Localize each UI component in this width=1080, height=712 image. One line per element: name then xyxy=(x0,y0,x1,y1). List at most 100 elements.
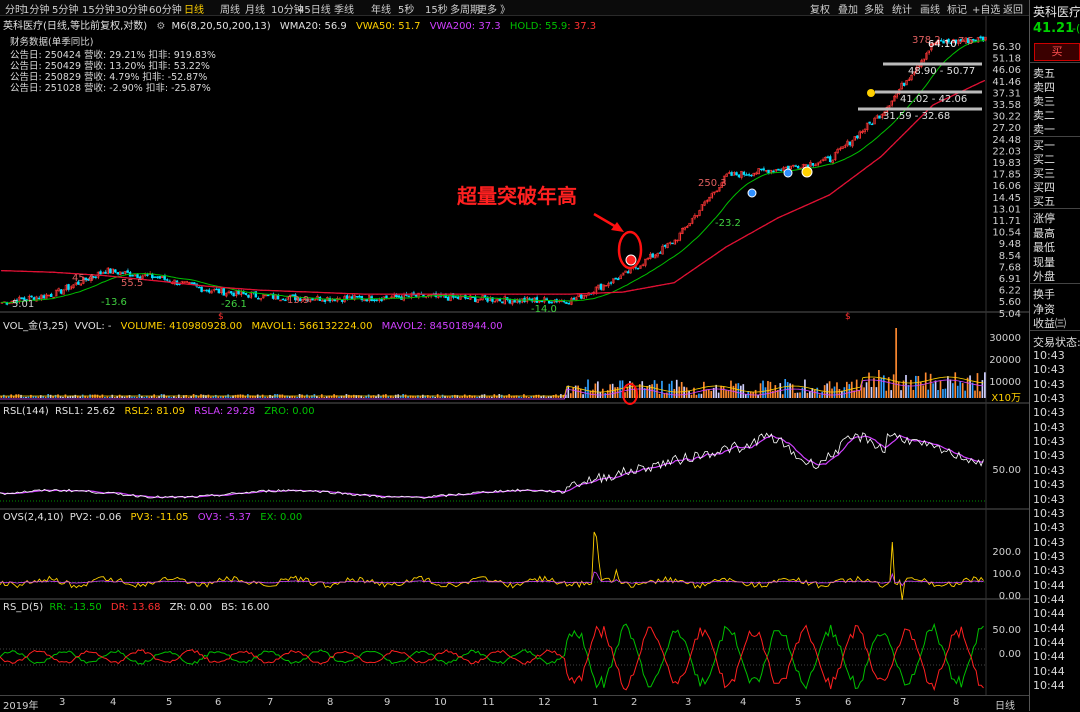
x-axis-label: 7 xyxy=(267,697,274,708)
volume-bar xyxy=(20,394,22,398)
ovs-axis-label: 200.0 xyxy=(992,547,1021,558)
trade-time: 10:43 xyxy=(1033,521,1065,535)
price-axis-label: 33.58 xyxy=(992,100,1021,111)
price-axis-label: 17.85 xyxy=(992,170,1021,181)
fin-row: 公告日: 251028 营收: -2.90% 扣非: -25.87% xyxy=(10,83,211,94)
candle-body xyxy=(131,275,134,277)
volume-bar xyxy=(725,390,727,398)
candle-body xyxy=(614,277,617,280)
candle-body xyxy=(345,295,349,299)
candle-body xyxy=(454,296,457,298)
hold-value: HOLD: 55.9 xyxy=(509,21,568,32)
high-label: 250.3 xyxy=(698,178,727,189)
volume-bar xyxy=(934,380,937,398)
volume-bar xyxy=(22,396,25,398)
period-tab-2[interactable]: 5分钟 xyxy=(52,1,78,16)
period-tab-16[interactable]: 更多 》 xyxy=(477,1,510,16)
x-axis-label: 4 xyxy=(740,697,747,708)
period-tab-12[interactable]: 年线 xyxy=(371,1,391,16)
candle-body xyxy=(232,292,235,297)
candle-body xyxy=(266,294,270,297)
period-tab-3[interactable]: 15分钟 xyxy=(82,1,115,16)
x-axis-label: 2019年 xyxy=(3,701,39,712)
volume-bar xyxy=(870,386,873,398)
volume-bar xyxy=(387,396,390,398)
candle-body xyxy=(730,172,733,176)
price-axis-label: 8.54 xyxy=(999,251,1021,262)
volume-bar xyxy=(143,396,146,398)
trade-time: 10:43 xyxy=(1033,535,1065,549)
volume-bar xyxy=(187,396,190,398)
toolbar-tool-5[interactable]: 标记 xyxy=(947,1,967,16)
x-axis-label: 1 xyxy=(592,697,599,708)
toolbar-tool-1[interactable]: 叠加 xyxy=(838,1,858,16)
candle-body xyxy=(848,141,852,146)
period-tab-4[interactable]: 30分钟 xyxy=(115,1,148,16)
period-tab-5[interactable]: 60分钟 xyxy=(149,1,182,16)
period-tab-11[interactable]: 季线 xyxy=(334,1,354,16)
volume-bar xyxy=(895,328,897,398)
candle-body xyxy=(205,289,208,292)
chart-canvas: 45.4 -13.6 55.5 -26.1 13.9 -14.0 5.01 250.3 -23.… xyxy=(0,16,1029,695)
x-axis-label: 7 xyxy=(900,697,907,708)
toolbar-tool-6[interactable]: +自选 xyxy=(972,1,1000,16)
toolbar-tool-7[interactable]: 返回 xyxy=(1003,1,1023,16)
toolbar-tool-0[interactable]: 复权 xyxy=(810,1,830,16)
volume-bar xyxy=(868,372,870,398)
candle-body xyxy=(104,271,107,274)
volume-bar xyxy=(503,396,506,398)
period-tab-0[interactable]: 分时 xyxy=(5,1,25,16)
candle-body xyxy=(466,297,470,300)
price-axis-label: 10.54 xyxy=(992,228,1021,239)
candle-body xyxy=(671,242,674,245)
candle-body xyxy=(651,253,654,258)
toolbar-tool-3[interactable]: 统计 xyxy=(892,1,912,16)
toolbar-tool-4[interactable]: 画线 xyxy=(920,1,940,16)
candle-body xyxy=(121,272,124,274)
period-tab-1[interactable]: 1分钟 xyxy=(23,1,49,16)
volume-bar xyxy=(754,389,757,398)
volume-bar xyxy=(705,389,708,398)
volume-bar xyxy=(811,388,814,398)
volume-bar xyxy=(979,391,981,398)
candle-body xyxy=(215,288,218,291)
volume-bar xyxy=(767,381,769,398)
candle-body xyxy=(42,295,46,299)
volume-bar xyxy=(528,396,530,398)
rsd-axis-label: 0.00 xyxy=(999,649,1021,660)
period-tab-15[interactable]: 多周期 xyxy=(450,1,480,16)
volume-bar xyxy=(148,396,151,398)
buy-button[interactable]: 买 xyxy=(1034,43,1080,61)
period-tab-6[interactable]: 日线 xyxy=(184,1,204,16)
volume-bar xyxy=(892,374,895,398)
volume-bar xyxy=(30,394,32,398)
candle-body xyxy=(772,170,775,173)
volume-bar xyxy=(323,396,326,398)
settings-icon[interactable]: ⚙ xyxy=(156,21,165,32)
volume-bar xyxy=(813,390,816,398)
period-tab-7[interactable]: 周线 xyxy=(220,1,240,16)
volume-bar xyxy=(863,387,865,398)
volume-bar xyxy=(624,392,626,398)
trade-time: 10:44 xyxy=(1033,578,1065,592)
period-tab-14[interactable]: 15秒 xyxy=(425,1,448,16)
rsl-title: RSL(144) xyxy=(3,406,49,417)
volume-bar xyxy=(567,385,570,398)
volume-bar xyxy=(924,372,927,398)
volume-bar xyxy=(658,393,661,398)
period-tab-8[interactable]: 月线 xyxy=(245,1,265,16)
volume-bar xyxy=(108,396,111,398)
rsla-line xyxy=(0,434,984,499)
period-tab-13[interactable]: 5秒 xyxy=(398,1,414,16)
vol-axis-label: 10000 xyxy=(989,377,1021,388)
period-tab-10[interactable]: 45日线 xyxy=(298,1,331,16)
x-axis-label: 8 xyxy=(953,697,960,708)
volume-bar xyxy=(2,394,5,398)
volume-bar xyxy=(219,396,222,398)
toolbar-tool-2[interactable]: 多股 xyxy=(864,1,884,16)
candle-body xyxy=(626,271,630,274)
x-axis-label: 11 xyxy=(482,697,495,708)
candle-body xyxy=(878,115,881,119)
volume-bar xyxy=(318,396,321,398)
volume-bar xyxy=(454,394,456,398)
